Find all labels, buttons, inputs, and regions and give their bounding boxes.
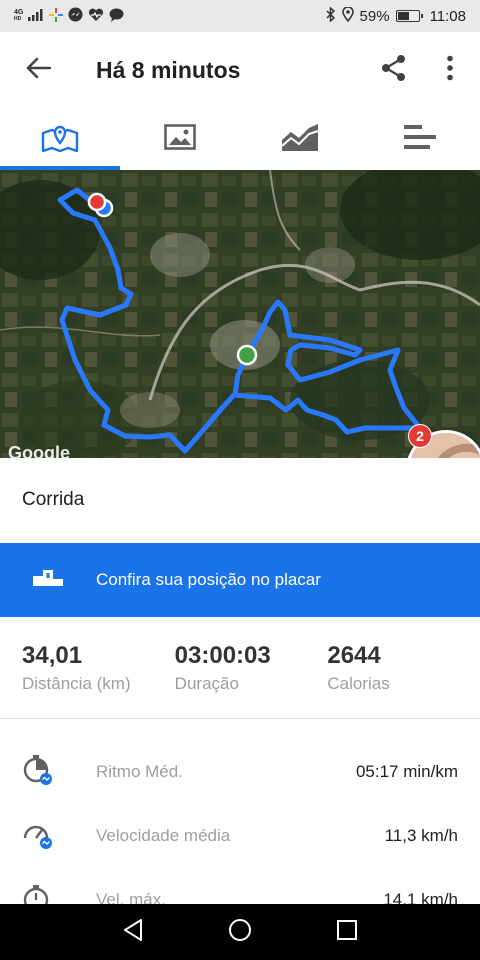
battery-level <box>397 12 409 20</box>
detail-value: 05:17 min/km <box>355 762 458 781</box>
map-attribution: Google <box>8 443 70 458</box>
nav-back-button[interactable] <box>103 904 163 960</box>
nav-home-button[interactable] <box>210 904 270 960</box>
satellite-map <box>0 170 480 458</box>
tab-map[interactable] <box>0 108 120 170</box>
stat-label: Calorias <box>327 673 390 693</box>
stopwatch-icon <box>22 882 54 904</box>
chat-icon <box>109 8 124 25</box>
app-actions <box>366 42 480 98</box>
detail-row-avg-speed: Velocidade média 11,3 km/h <box>0 804 480 868</box>
google-photos-icon <box>49 7 64 25</box>
status-left: 4G HD <box>14 7 124 25</box>
route-start-marker <box>236 344 258 366</box>
share-icon <box>380 54 408 87</box>
tab-bar <box>0 108 480 170</box>
arrow-back-icon <box>25 57 52 84</box>
nav-home-icon <box>228 918 252 947</box>
bar-list-icon <box>403 124 437 155</box>
tab-photos[interactable] <box>120 108 240 170</box>
stat-label: Duração <box>174 673 239 693</box>
map-pin-icon <box>41 121 79 158</box>
health-icon <box>88 8 104 25</box>
location-icon <box>341 5 354 26</box>
summary-stats: 34,01 Distância (km) 03:00:03 Duração 26… <box>0 617 480 719</box>
stat-distance: 34,01 Distância (km) <box>22 617 175 718</box>
speedometer-icon <box>22 818 54 855</box>
pace-icon <box>22 754 54 791</box>
bluetooth-icon <box>326 5 336 26</box>
stat-calories: 2644 Calorias <box>327 617 480 718</box>
activity-type: Corrida <box>0 458 480 542</box>
network-type-label: 4G <box>14 9 24 16</box>
detail-value: 11,3 km/h <box>384 826 458 845</box>
banner-text: Confira sua posição no placar <box>96 570 321 589</box>
route-end-marker <box>87 192 107 212</box>
battery-percent: 59% <box>359 7 390 25</box>
notification-badge: 2 <box>408 424 432 448</box>
network-sub-label: HD <box>14 16 22 22</box>
status-right: 59% 11:08 <box>326 5 466 26</box>
tab-laps[interactable] <box>360 108 480 170</box>
banner-icon-wrapper <box>0 569 96 591</box>
stat-label: Distância (km) <box>22 673 131 693</box>
detail-list: Ritmo Méd. 05:17 min/km Velocidade média… <box>0 740 480 904</box>
clock: 11:08 <box>429 7 466 25</box>
network-indicator: 4G HD <box>14 9 23 23</box>
page-title: Há 8 minutos <box>96 56 241 83</box>
nav-back-icon <box>122 918 144 947</box>
detail-row-avg-pace: Ritmo Méd. 05:17 min/km <box>0 740 480 804</box>
more-options-button[interactable] <box>422 42 478 98</box>
stat-value: 03:00:03 <box>174 641 271 669</box>
tab-charts[interactable] <box>240 108 360 170</box>
nav-recents-button[interactable] <box>317 904 377 960</box>
stat-value: 2644 <box>327 641 381 669</box>
area-chart-icon <box>281 122 319 157</box>
signal-icon <box>28 8 44 24</box>
row-icon-wrapper <box>22 818 96 855</box>
detail-label: Ritmo Méd. <box>96 762 183 781</box>
share-button[interactable] <box>366 42 422 98</box>
route-map[interactable]: Google <box>0 170 480 458</box>
stat-duration: 03:00:03 Duração <box>175 617 328 718</box>
detail-label: Vel. máx. <box>96 890 166 904</box>
image-icon <box>164 123 196 155</box>
nav-recents-icon <box>336 919 358 946</box>
messenger-icon <box>68 7 83 25</box>
detail-label: Velocidade média <box>96 826 231 845</box>
podium-icon <box>33 569 63 591</box>
detail-value: 14,1 km/h <box>383 890 458 904</box>
battery-icon <box>395 10 423 22</box>
stat-value: 34,01 <box>22 641 83 669</box>
leaderboard-banner[interactable]: Confira sua posição no placar <box>0 543 480 617</box>
row-icon-wrapper <box>22 754 96 791</box>
status-bar: 4G HD 59% 11:08 <box>0 0 480 32</box>
row-icon-wrapper <box>22 882 96 904</box>
detail-row-max-speed: Vel. máx. 14,1 km/h <box>0 868 480 904</box>
more-vert-icon <box>446 55 454 86</box>
back-button[interactable] <box>0 32 76 108</box>
system-nav-bar <box>0 904 480 960</box>
app-bar: Há 8 minutos <box>0 32 480 108</box>
